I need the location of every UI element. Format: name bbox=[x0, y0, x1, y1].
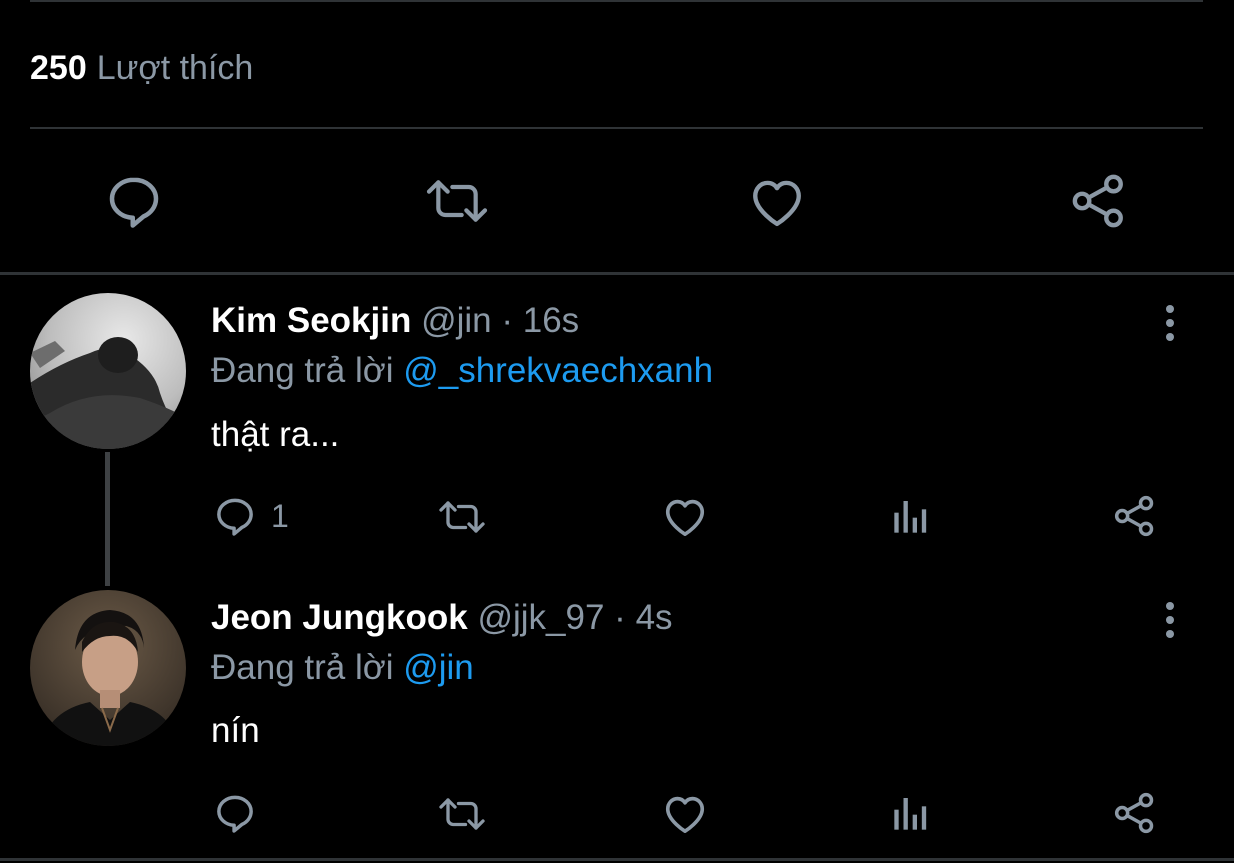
main-retweet-button[interactable] bbox=[424, 173, 490, 229]
main-tweet-actions bbox=[0, 165, 1234, 237]
analytics-button[interactable] bbox=[890, 793, 932, 833]
analytics-icon bbox=[890, 793, 932, 833]
user-handle[interactable]: @jjk_97 bbox=[477, 598, 604, 637]
retweet-icon bbox=[436, 793, 488, 835]
like-button[interactable] bbox=[662, 791, 708, 835]
analytics-button[interactable] bbox=[890, 496, 932, 536]
stats-divider bbox=[30, 127, 1203, 129]
like-icon bbox=[748, 173, 806, 229]
retweet-button[interactable] bbox=[436, 793, 488, 835]
analytics-icon bbox=[890, 496, 932, 536]
replying-prefix: Đang trả lời bbox=[211, 648, 394, 687]
replying-prefix: Đang trả lời bbox=[211, 351, 394, 390]
more-dot bbox=[1166, 602, 1174, 610]
replying-to: Đang trả lời @_shrekvaechxanh bbox=[211, 350, 713, 392]
timestamp[interactable]: 4s bbox=[636, 598, 673, 637]
more-options-button[interactable] bbox=[1160, 302, 1180, 342]
reply-header: Kim Seokjin @jin · 16s bbox=[211, 300, 579, 342]
separator-dot: · bbox=[614, 598, 626, 637]
mention-link[interactable]: @_shrekvaechxanh bbox=[403, 351, 713, 390]
section-divider bbox=[0, 272, 1234, 275]
thread-connector bbox=[105, 452, 110, 586]
top-divider bbox=[30, 0, 1203, 2]
more-dot bbox=[1166, 616, 1174, 624]
retweet-icon bbox=[424, 173, 490, 229]
share-icon bbox=[1112, 494, 1158, 538]
tweet-text: nín bbox=[211, 711, 260, 750]
more-dot bbox=[1166, 319, 1174, 327]
reply-button[interactable] bbox=[213, 791, 257, 835]
bottom-divider bbox=[0, 858, 1234, 861]
share-button[interactable] bbox=[1112, 494, 1158, 538]
likes-stat[interactable]: 250 Lượt thích bbox=[30, 48, 253, 88]
share-button[interactable] bbox=[1112, 791, 1158, 835]
avatar[interactable] bbox=[30, 293, 186, 449]
retweet-button[interactable] bbox=[436, 496, 488, 538]
display-name[interactable]: Jeon Jungkook bbox=[211, 598, 468, 637]
more-dot bbox=[1166, 305, 1174, 313]
like-icon bbox=[662, 494, 708, 538]
reply-header: Jeon Jungkook @jjk_97 · 4s bbox=[211, 597, 673, 639]
avatar[interactable] bbox=[30, 590, 186, 746]
reply-count: 1 bbox=[271, 497, 289, 534]
mention-link[interactable]: @jin bbox=[403, 648, 474, 687]
retweet-icon bbox=[436, 496, 488, 538]
display-name[interactable]: Kim Seokjin bbox=[211, 301, 411, 340]
user-handle[interactable]: @jin bbox=[421, 301, 492, 340]
more-dot bbox=[1166, 630, 1174, 638]
timestamp[interactable]: 16s bbox=[523, 301, 579, 340]
likes-label: Lượt thích bbox=[96, 49, 254, 87]
share-icon bbox=[1112, 791, 1158, 835]
reply-icon bbox=[213, 791, 257, 835]
likes-count: 250 bbox=[30, 49, 87, 87]
reply-icon bbox=[104, 171, 164, 231]
replying-to: Đang trả lời @jin bbox=[211, 647, 474, 689]
more-options-button[interactable] bbox=[1160, 599, 1180, 639]
share-icon bbox=[1070, 171, 1128, 231]
main-share-button[interactable] bbox=[1070, 171, 1128, 231]
like-icon bbox=[662, 791, 708, 835]
tweet-text: thật ra... bbox=[211, 415, 340, 454]
main-like-button[interactable] bbox=[748, 173, 806, 229]
reply-icon bbox=[213, 494, 257, 538]
more-dot bbox=[1166, 333, 1174, 341]
main-reply-button[interactable] bbox=[104, 171, 164, 231]
separator-dot: · bbox=[501, 301, 513, 340]
reply-button[interactable]: 1 bbox=[213, 494, 289, 538]
like-button[interactable] bbox=[662, 494, 708, 538]
